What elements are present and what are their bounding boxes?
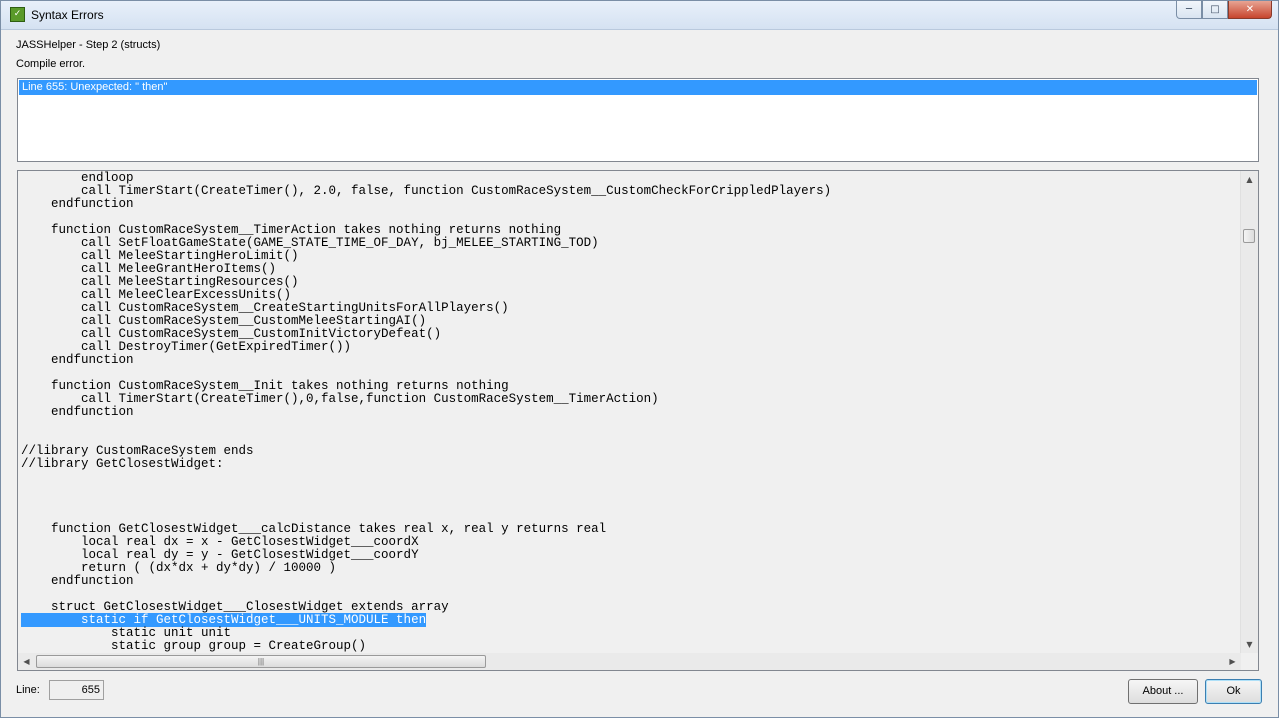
title-bar[interactable]: ✓ Syntax Errors ─ □ ✕: [1, 1, 1278, 30]
maximize-button[interactable]: □: [1202, 1, 1228, 19]
vertical-scroll-thumb[interactable]: [1243, 229, 1255, 243]
code-line: call TimerStart(CreateTimer(), 2.0, fals…: [21, 184, 832, 198]
compile-status-label: Compile error.: [16, 58, 86, 70]
syntax-errors-window: ✓ Syntax Errors ─ □ ✕ JASSHelper - Step …: [0, 0, 1279, 718]
code-view[interactable]: endloop call TimerStart(CreateTimer(), 2…: [17, 170, 1259, 671]
about-button[interactable]: About ...: [1128, 679, 1198, 704]
app-icon: ✓: [10, 7, 25, 22]
code-line: call TimerStart(CreateTimer(),0,false,fu…: [21, 392, 659, 406]
error-list[interactable]: Line 655: Unexpected: " then": [17, 78, 1259, 162]
minimize-button[interactable]: ─: [1176, 1, 1202, 19]
highlighted-code: static if GetClosestWidget___UNITS_MODUL…: [21, 613, 427, 627]
horizontal-scroll-thumb[interactable]: |||: [36, 655, 486, 668]
horizontal-scrollbar[interactable]: ◀ ||| ▶: [18, 653, 1241, 670]
vertical-scrollbar[interactable]: ▲ ▼: [1240, 171, 1258, 653]
window-title: Syntax Errors: [31, 8, 104, 22]
caption-buttons: ─ □ ✕: [1176, 1, 1272, 21]
code-line: call DestroyTimer(GetExpiredTimer()): [21, 340, 352, 354]
step-label: JASSHelper - Step 2 (structs): [16, 39, 161, 51]
line-number-field[interactable]: 655: [49, 680, 104, 700]
code-line: endfunction: [21, 353, 134, 367]
error-list-item[interactable]: Line 655: Unexpected: " then": [19, 80, 1257, 95]
scroll-right-icon[interactable]: ▶: [1224, 653, 1241, 670]
line-label: Line:: [16, 684, 40, 696]
code-lines: endloop call TimerStart(CreateTimer(), 2…: [21, 172, 1243, 653]
code-line: static group group = CreateGroup(): [21, 639, 367, 653]
code-line: //library GetClosestWidget:: [21, 457, 224, 471]
scrollbar-corner: [1241, 653, 1258, 670]
scroll-up-icon[interactable]: ▲: [1241, 171, 1258, 188]
scroll-down-icon[interactable]: ▼: [1241, 636, 1258, 653]
code-line: return ( (dx*dx + dy*dy) / 10000 ): [21, 561, 337, 575]
ok-button[interactable]: Ok: [1205, 679, 1262, 704]
code-line: endfunction: [21, 574, 134, 588]
scroll-left-icon[interactable]: ◀: [18, 653, 35, 670]
close-button[interactable]: ✕: [1228, 1, 1272, 19]
code-line: endfunction: [21, 405, 134, 419]
code-line: endfunction: [21, 197, 134, 211]
